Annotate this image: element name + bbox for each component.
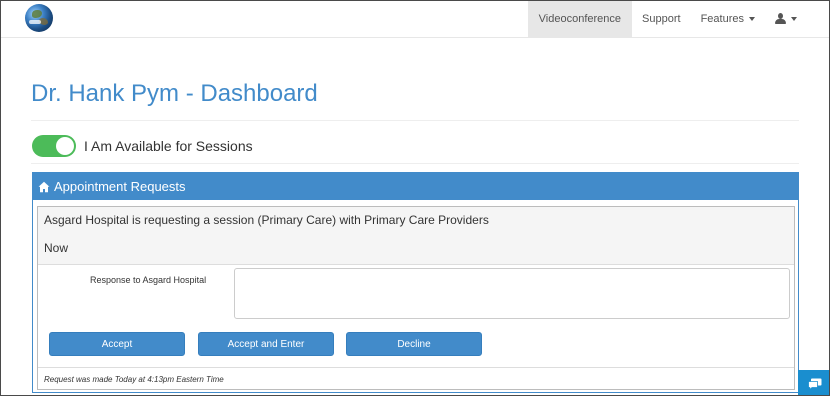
response-textarea[interactable] (234, 268, 790, 319)
app-window: Videoconference Support Features Dr. Han… (0, 0, 830, 396)
globe-logo-icon[interactable] (25, 4, 53, 32)
title-divider (31, 120, 799, 121)
accept-and-enter-button[interactable]: Accept and Enter (198, 332, 334, 356)
request-timestamp: Request was made Today at 4:13pm Eastern… (44, 375, 224, 384)
nav-videoconference-label: Videoconference (538, 13, 622, 25)
request-footer: Request was made Today at 4:13pm Eastern… (38, 367, 794, 389)
nav-user-dropdown[interactable] (765, 1, 807, 37)
request-description: Asgard Hospital is requesting a session … (44, 213, 489, 227)
caret-down-icon (749, 17, 755, 21)
accept-button[interactable]: Accept (49, 332, 185, 356)
request-time: Now (44, 241, 69, 255)
user-icon (775, 13, 786, 25)
chat-button[interactable] (798, 370, 829, 395)
nav-items: Videoconference Support Features (527, 1, 807, 37)
caret-down-icon (791, 17, 797, 21)
toggle-knob (56, 137, 74, 155)
nav-support[interactable]: Support (632, 1, 691, 37)
chat-icon (807, 378, 821, 390)
nav-features-dropdown[interactable]: Features (691, 1, 765, 37)
availability-toggle[interactable] (32, 135, 76, 157)
availability-label: I Am Available for Sessions (84, 138, 253, 154)
nav-support-label: Support (642, 13, 681, 25)
page-title: Dr. Hank Pym - Dashboard (31, 80, 318, 107)
home-icon (38, 181, 50, 192)
nav-videoconference[interactable]: Videoconference (527, 1, 633, 37)
panel-heading-label: Appointment Requests (54, 179, 186, 194)
navbar: Videoconference Support Features (1, 1, 829, 38)
toggle-divider (31, 163, 799, 164)
panel-heading: Appointment Requests (33, 173, 798, 200)
request-summary: Asgard Hospital is requesting a session … (38, 207, 794, 265)
appointment-request-card: Asgard Hospital is requesting a session … (37, 206, 795, 390)
response-label: Response to Asgard Hospital (90, 275, 207, 285)
appointment-requests-panel: Appointment Requests Asgard Hospital is … (32, 172, 799, 393)
decline-button[interactable]: Decline (346, 332, 482, 356)
nav-features-label: Features (700, 13, 744, 25)
